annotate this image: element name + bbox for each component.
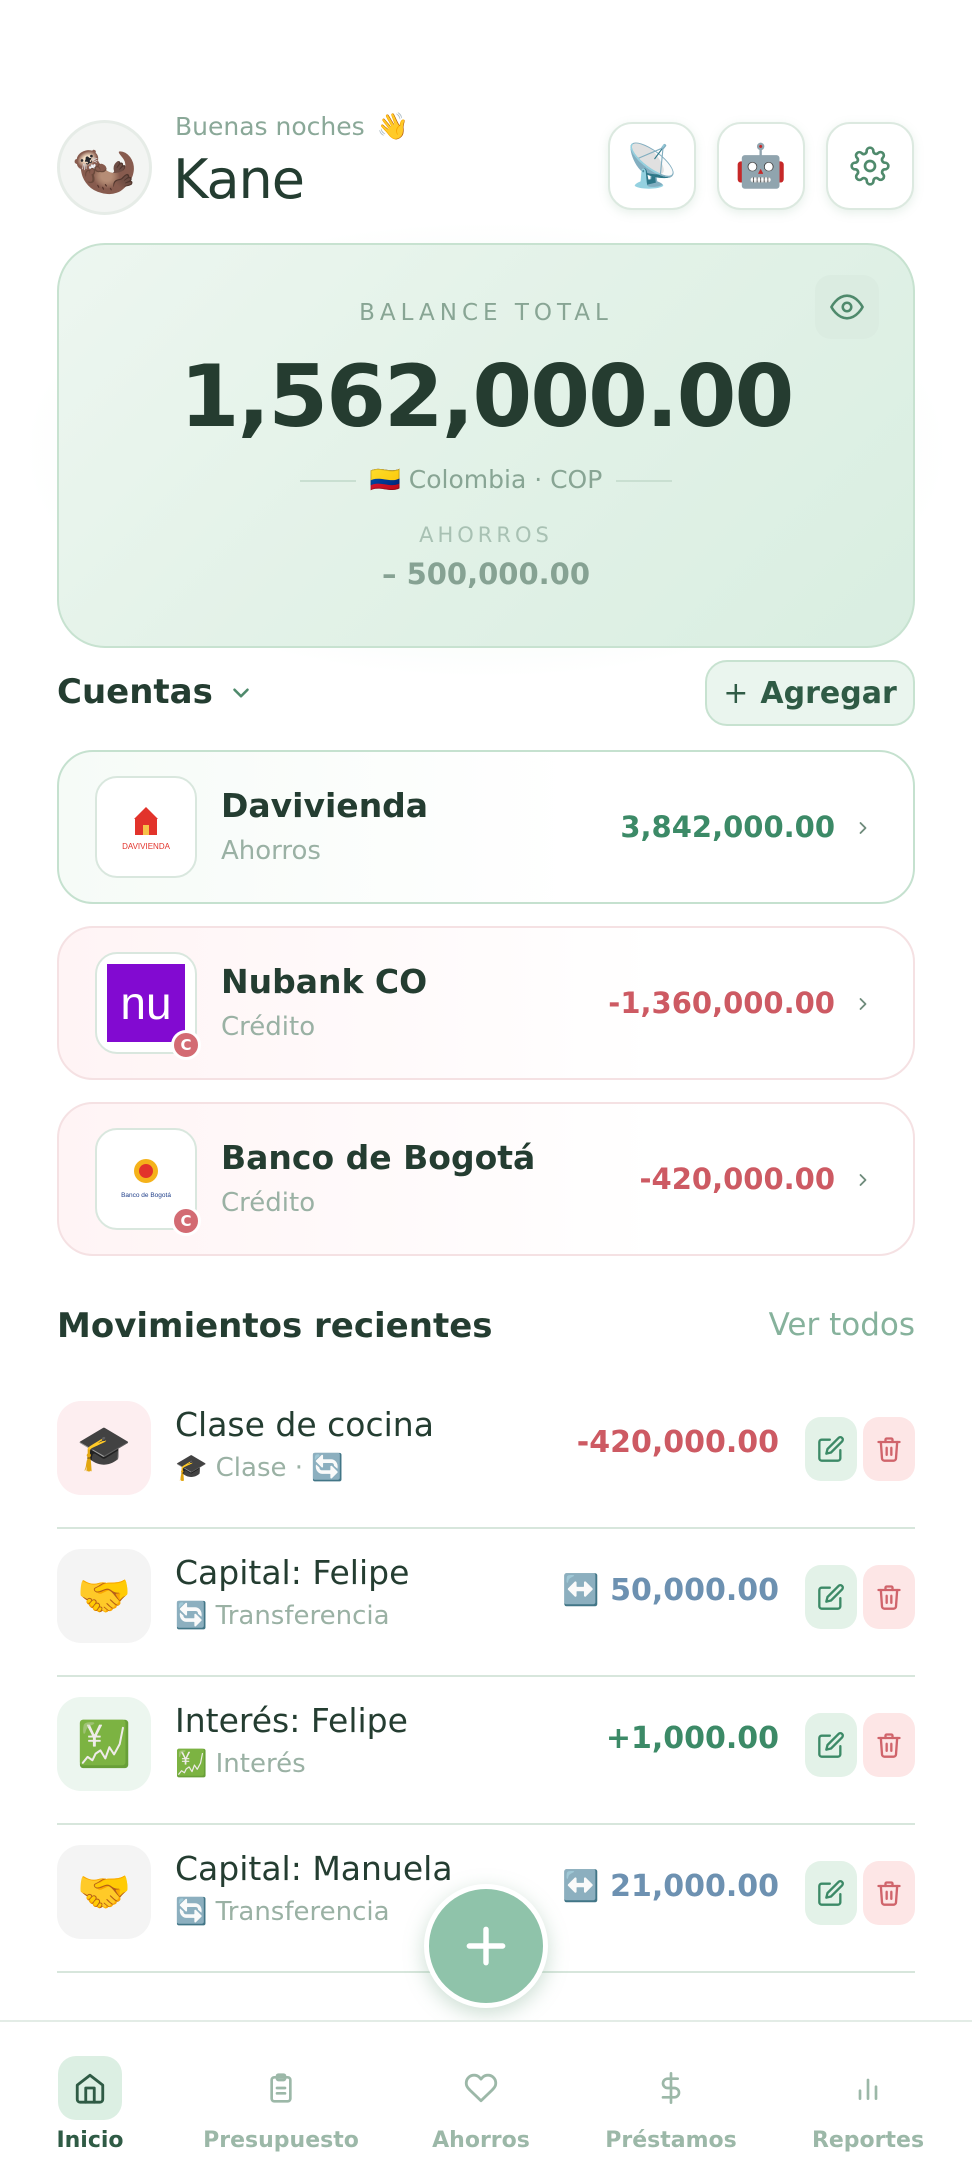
nav-item-reportes[interactable]: Reportes bbox=[788, 2056, 948, 2153]
account-card-nubank[interactable]: nu C Nubank CO Crédito -1,360,000.00 bbox=[57, 926, 915, 1080]
balance-label: BALANCE TOTAL bbox=[359, 300, 613, 326]
trash-icon bbox=[877, 1585, 901, 1610]
divider bbox=[299, 480, 356, 482]
chevron-right-icon bbox=[859, 822, 867, 834]
bar-chart-icon bbox=[858, 2078, 878, 2100]
plus-icon: + bbox=[723, 675, 749, 711]
settings-button[interactable] bbox=[826, 122, 914, 210]
svg-text:DAVIVIENDA: DAVIVIENDA bbox=[122, 842, 171, 851]
nav-item-inicio[interactable]: Inicio bbox=[10, 2056, 170, 2153]
credit-badge: C bbox=[171, 1030, 201, 1060]
transaction-name: Clase de cocina bbox=[175, 1405, 434, 1444]
wave-icon: 👋 bbox=[376, 112, 409, 142]
username: Kane bbox=[173, 148, 305, 211]
accounts-title[interactable]: Cuentas bbox=[57, 672, 213, 712]
savings-label: AHORROS bbox=[419, 523, 553, 547]
delete-button[interactable] bbox=[863, 1565, 915, 1629]
account-amount: -420,000.00 bbox=[639, 1162, 836, 1196]
transaction-category: 🎓 Clase · 🔄 bbox=[175, 1453, 344, 1483]
account-name: Nubank CO bbox=[221, 962, 428, 1001]
chart-yen-icon: 💹 bbox=[57, 1697, 151, 1791]
transaction-category: 🔄 Transferencia bbox=[175, 1897, 390, 1927]
edit-button[interactable] bbox=[805, 1713, 857, 1777]
balance-country: 🇨🇴 Colombia · COP bbox=[59, 465, 913, 495]
account-amount: -1,360,000.00 bbox=[608, 986, 835, 1020]
colombia-flag-icon: 🇨🇴 bbox=[369, 465, 401, 494]
nav-item-prestamos[interactable]: Préstamos bbox=[591, 2056, 751, 2153]
transaction-row[interactable]: 🤝 Capital: Felipe 🔄 Transferencia ↔️ 50,… bbox=[57, 1529, 915, 1677]
balance-amount: 1,562,000.00 bbox=[179, 347, 795, 447]
account-card-banco-bogota[interactable]: Banco de Bogotá C Banco de Bogotá Crédit… bbox=[57, 1102, 915, 1256]
transaction-amount: +1,000.00 bbox=[605, 1721, 779, 1756]
delete-button[interactable] bbox=[863, 1417, 915, 1481]
credit-badge: C bbox=[171, 1206, 201, 1236]
account-type: Ahorros bbox=[221, 836, 321, 866]
add-account-button[interactable]: + Agregar bbox=[705, 660, 915, 726]
svg-text:Banco de Bogotá: Banco de Bogotá bbox=[121, 1192, 171, 1199]
nav-item-ahorros[interactable]: Ahorros bbox=[401, 2056, 561, 2153]
transaction-row[interactable]: 💹 Interés: Felipe 💹 Interés +1,000.00 bbox=[57, 1677, 915, 1825]
delete-button[interactable] bbox=[863, 1861, 915, 1925]
chevron-right-icon bbox=[859, 1174, 867, 1186]
transaction-name: Interés: Felipe bbox=[175, 1701, 408, 1740]
trash-icon bbox=[877, 1733, 901, 1758]
transaction-category: 🔄 Transferencia bbox=[175, 1601, 390, 1631]
account-type: Crédito bbox=[221, 1188, 316, 1218]
avatar[interactable]: 🦦 bbox=[57, 120, 152, 215]
edit-button[interactable] bbox=[805, 1417, 857, 1481]
savings-amount: – 500,000.00 bbox=[381, 557, 591, 591]
transaction-category: 💹 Interés bbox=[175, 1749, 306, 1779]
plus-icon bbox=[466, 1926, 506, 1966]
account-name: Davivienda bbox=[221, 786, 429, 825]
transaction-name: Capital: Manuela bbox=[175, 1849, 453, 1888]
transaction-amount: ↔️ 21,000.00 bbox=[562, 1869, 779, 1904]
edit-icon bbox=[818, 1880, 844, 1906]
handshake-icon: 🤝 bbox=[57, 1845, 151, 1939]
graduation-cap-icon: 🎓 bbox=[57, 1401, 151, 1495]
movements-title: Movimientos recientes bbox=[57, 1306, 493, 1346]
account-amount: 3,842,000.00 bbox=[620, 810, 835, 844]
transaction-amount: ↔️ 50,000.00 bbox=[562, 1573, 779, 1608]
robot-icon: 🤖 bbox=[734, 141, 788, 190]
account-name: Banco de Bogotá bbox=[221, 1138, 536, 1177]
transaction-name: Capital: Felipe bbox=[175, 1553, 410, 1592]
dollar-icon bbox=[661, 2072, 681, 2104]
edit-button[interactable] bbox=[805, 1861, 857, 1925]
delete-button[interactable] bbox=[863, 1713, 915, 1777]
robot-button[interactable]: 🤖 bbox=[717, 122, 805, 210]
account-card-davivienda[interactable]: DAVIVIENDA Davivienda Ahorros 3,842,000.… bbox=[57, 750, 915, 904]
edit-icon bbox=[818, 1436, 844, 1462]
chevron-right-icon bbox=[859, 998, 867, 1010]
gear-icon bbox=[850, 146, 890, 186]
balance-card: BALANCE TOTAL 1,562,000.00 🇨🇴 Colombia ·… bbox=[57, 243, 915, 648]
transaction-amount: -420,000.00 bbox=[576, 1425, 779, 1460]
handshake-icon: 🤝 bbox=[57, 1549, 151, 1643]
davivienda-logo: DAVIVIENDA bbox=[95, 776, 197, 878]
account-type: Crédito bbox=[221, 1012, 316, 1042]
see-all-link[interactable]: Ver todos bbox=[769, 1307, 915, 1343]
greeting-text: Buenas noches 👋 bbox=[175, 112, 409, 142]
add-transaction-fab[interactable] bbox=[424, 1884, 548, 2008]
heart-icon bbox=[464, 2073, 498, 2103]
home-icon bbox=[75, 2073, 105, 2104]
trash-icon bbox=[877, 1881, 901, 1906]
clipboard-icon bbox=[270, 2073, 292, 2103]
transaction-row[interactable]: 🎓 Clase de cocina 🎓 Clase · 🔄 -420,000.0… bbox=[57, 1381, 915, 1529]
satellite-button[interactable]: 📡 bbox=[608, 122, 696, 210]
chevron-down-icon[interactable] bbox=[228, 680, 254, 706]
nav-item-presupuesto[interactable]: Presupuesto bbox=[201, 2056, 361, 2153]
edit-icon bbox=[818, 1584, 844, 1610]
edit-button[interactable] bbox=[805, 1565, 857, 1629]
satellite-icon: 📡 bbox=[625, 141, 679, 190]
trash-icon bbox=[877, 1437, 901, 1462]
edit-icon bbox=[818, 1732, 844, 1758]
bottom-nav: Inicio Presupuesto Ahorros Préstamos Rep… bbox=[0, 2020, 972, 2183]
divider bbox=[616, 480, 673, 482]
otter-icon: 🦦 bbox=[70, 135, 139, 199]
